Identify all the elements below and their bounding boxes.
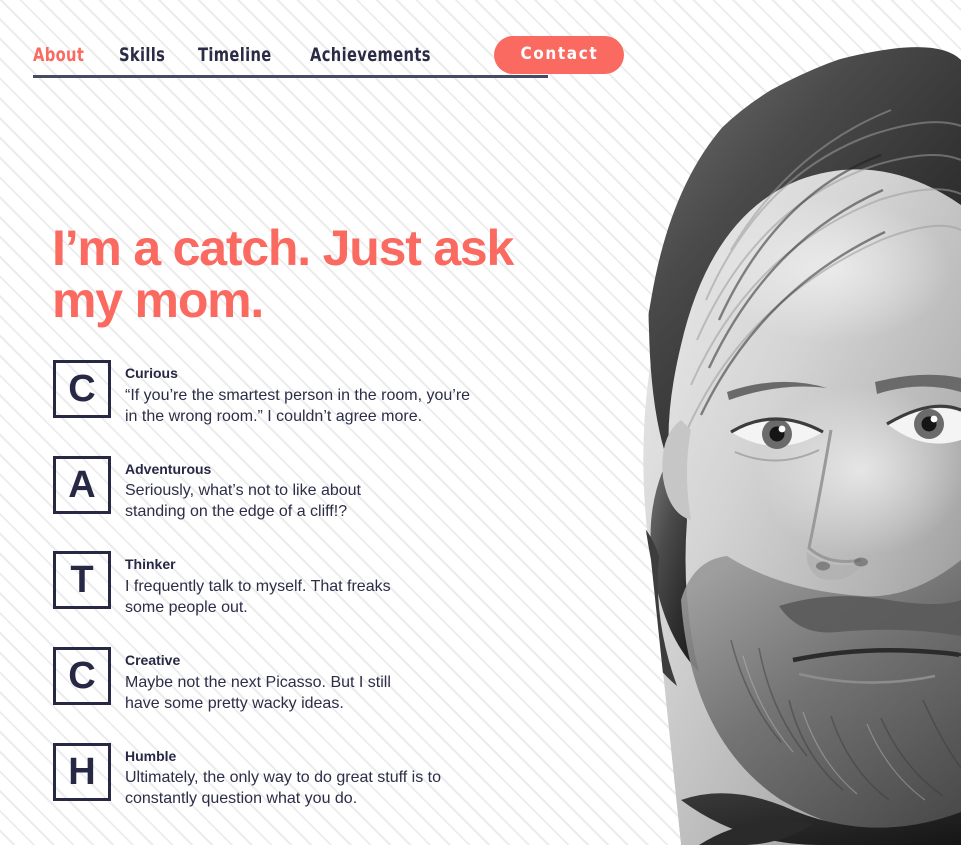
list-item: C Creative Maybe not the next Picasso. B… xyxy=(53,647,513,714)
trait-body: Adventurous Seriously, what’s not to lik… xyxy=(125,456,361,523)
trait-title: Humble xyxy=(125,747,177,764)
nav-item-skills[interactable]: Skills xyxy=(119,44,165,66)
trait-body: Curious “If you’re the smartest person i… xyxy=(125,360,470,427)
portrait-illustration xyxy=(638,47,961,845)
trait-description: I frequently talk to myself. That freaks… xyxy=(125,577,391,617)
nav-item-timeline[interactable]: Timeline xyxy=(198,44,272,66)
trait-title: Adventurous xyxy=(125,460,212,477)
trait-title: Curious xyxy=(125,365,178,381)
trait-title: Creative xyxy=(125,652,181,669)
trait-letter: C xyxy=(68,655,96,698)
trait-letter: T xyxy=(70,559,94,602)
right-eye xyxy=(886,404,961,444)
page-title: I’m a catch. Just ask my mom. xyxy=(52,220,514,328)
contact-button[interactable]: Contact xyxy=(494,36,625,74)
trait-list: C Curious “If you’re the smartest person… xyxy=(53,360,513,810)
trait-letter-badge: H xyxy=(53,742,111,801)
page-root: About Skills Timeline Achievements Conta… xyxy=(0,0,961,845)
trait-letter: A xyxy=(68,463,96,506)
trait-letter-badge: C xyxy=(53,360,111,418)
trait-description: “If you’re the smartest person in the ro… xyxy=(125,386,471,425)
trait-letter-badge: C xyxy=(53,647,111,706)
trait-letter: C xyxy=(68,368,96,410)
trait-body: Humble Ultimately, the only way to do gr… xyxy=(125,743,441,810)
trait-letter-badge: A xyxy=(53,455,111,514)
trait-description: Ultimately, the only way to do great stu… xyxy=(125,769,441,808)
trait-description: Seriously, what’s not to like about stan… xyxy=(125,482,361,521)
list-item: H Humble Ultimately, the only way to do … xyxy=(53,742,513,810)
list-item: C Curious “If you’re the smartest person… xyxy=(53,360,513,427)
nav-item-about[interactable]: About xyxy=(33,44,84,66)
list-item: T Thinker I frequently talk to myself. T… xyxy=(53,551,513,618)
trait-letter: H xyxy=(68,750,96,793)
trait-letter-badge: T xyxy=(53,551,111,610)
trait-body: Thinker I frequently talk to myself. Tha… xyxy=(125,551,391,618)
trait-body: Creative Maybe not the next Picasso. But… xyxy=(125,647,391,714)
list-item: A Adventurous Seriously, what’s not to l… xyxy=(53,455,513,523)
nav-item-achievements[interactable]: Achievements xyxy=(310,44,431,66)
trait-title: Thinker xyxy=(125,556,176,573)
left-eye xyxy=(730,417,824,462)
main-navigation: About Skills Timeline Achievements Conta… xyxy=(33,30,625,80)
portrait-photo xyxy=(531,0,961,845)
trait-description: Maybe not the next Picasso. But I still … xyxy=(125,673,391,712)
